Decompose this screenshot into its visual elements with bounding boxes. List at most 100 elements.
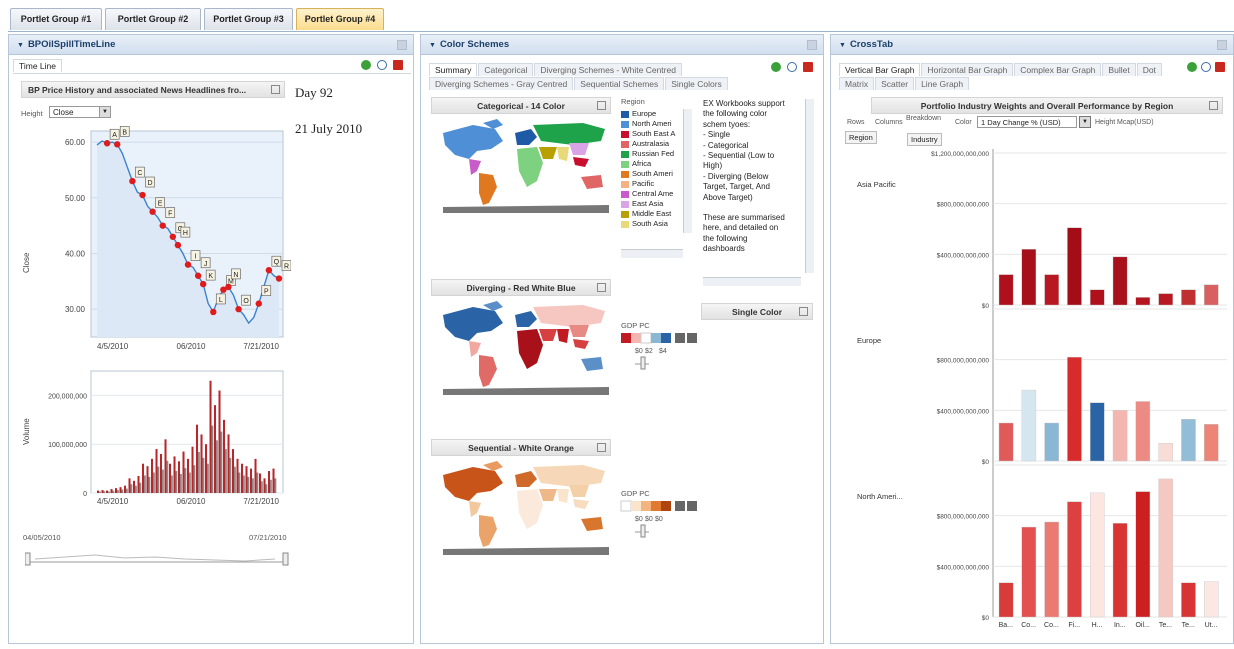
pdf-export-icon[interactable] (393, 60, 403, 70)
crosstab-x-tick: Fi... (1068, 622, 1080, 629)
volume-bar (110, 489, 113, 493)
crosstab-portlet-header[interactable]: ▼ CrossTab (831, 35, 1233, 55)
rows-field-button[interactable]: Region (845, 131, 877, 144)
categorical-title: Categorical - 14 Color (477, 101, 565, 111)
div-legend-slider[interactable] (640, 356, 646, 370)
region-legend-item[interactable]: South East A (621, 129, 683, 139)
tab-line-graph[interactable]: Line Graph (915, 77, 970, 90)
info-text-h-scrollbar[interactable] (703, 277, 801, 286)
settings-icon[interactable] (787, 62, 797, 72)
single-color-title-bar: Single Color (701, 303, 813, 320)
volume-bar-secondary (261, 481, 263, 493)
crosstab-x-tick: H... (1092, 622, 1103, 629)
region-legend-label: North Ameri (632, 119, 672, 128)
region-legend: Europe North Ameri South East A Australasia… (621, 109, 683, 231)
crosstab-bar (1067, 501, 1082, 618)
tab-time-line[interactable]: Time Line (13, 59, 63, 72)
tab-bullet[interactable]: Bullet (1102, 63, 1136, 76)
headline-point (159, 222, 166, 229)
volume-x-tick: 7/21/2010 (243, 497, 279, 506)
chevron-down-icon[interactable]: ▼ (99, 107, 110, 117)
pdf-export-icon[interactable] (1215, 62, 1225, 72)
tab-vertical-bar-graph[interactable]: Vertical Bar Graph (839, 63, 921, 76)
portlet-group-tab-1[interactable]: Portlet Group #1 (10, 8, 102, 30)
region-legend-item[interactable]: Africa (621, 159, 683, 169)
volume-bar-secondary (256, 472, 259, 493)
volume-bar-secondary (198, 452, 200, 493)
volume-bar-secondary (112, 490, 115, 493)
popout-icon[interactable] (597, 101, 606, 110)
region-legend-item[interactable]: Middle East (621, 209, 683, 219)
categorical-title-bar: Categorical - 14 Color (431, 97, 611, 114)
portlet-group-tab-4[interactable]: Portlet Group #4 (296, 8, 384, 30)
volume-bar-secondary (202, 457, 205, 493)
volume-bar (223, 419, 226, 493)
chevron-down-icon[interactable]: ▼ (1079, 116, 1091, 128)
region-legend-item[interactable]: Australasia (621, 139, 683, 149)
region-legend-item[interactable]: Central Ame (621, 189, 683, 199)
region-legend-label: Europe (632, 109, 657, 118)
headline-point (129, 177, 136, 185)
range-handle-end[interactable] (282, 552, 289, 566)
tab-summary[interactable]: Summary (429, 63, 478, 76)
region-legend-item[interactable]: North Ameri (621, 119, 683, 129)
price-y-tick: 30.00 (65, 305, 86, 314)
tab-categorical[interactable]: Categorical (478, 63, 534, 76)
region-legend-item[interactable]: Pacific (621, 179, 683, 189)
info-text-scrollbar[interactable] (805, 99, 814, 273)
tab-horizontal-bar-graph[interactable]: Horizontal Bar Graph (921, 63, 1014, 76)
popout-icon[interactable] (799, 307, 808, 316)
collapse-arrow-icon[interactable]: ▼ (17, 42, 24, 49)
region-legend-h-scrollbar[interactable] (621, 249, 683, 258)
portlet-group-tab-2[interactable]: Portlet Group #2 (105, 8, 201, 30)
portlet-group-tab-3[interactable]: Portlet Group #3 (204, 8, 293, 30)
tab-scatter[interactable]: Scatter (875, 77, 915, 90)
popout-icon[interactable] (597, 443, 606, 452)
collapse-arrow-icon[interactable]: ▼ (429, 42, 436, 49)
maximize-icon[interactable] (397, 40, 407, 50)
range-slider[interactable] (25, 545, 291, 567)
tab-dot[interactable]: Dot (1136, 63, 1162, 76)
diverging-gdp-legend: $0 $2 $4 (621, 332, 697, 370)
volume-bar-chart: Volume 200,000,000 100,000,000 0 4/5/2010 06… (22, 370, 284, 506)
popout-icon[interactable] (271, 85, 280, 94)
refresh-icon[interactable] (361, 60, 371, 70)
tab-sequential[interactable]: Sequential Schemes (574, 77, 665, 90)
popout-icon[interactable] (1209, 101, 1218, 110)
region-legend-item[interactable]: South Asia (621, 219, 683, 229)
maximize-icon[interactable] (807, 40, 817, 50)
color-schemes-portlet-header[interactable]: ▼ Color Schemes (421, 35, 823, 55)
info-text-line: schem tyoes: (703, 119, 751, 129)
seq-legend-slider[interactable] (640, 524, 646, 538)
height-select[interactable]: Close ▼ (49, 106, 111, 118)
tab-diverging-gray[interactable]: Diverging Schemes - Gray Centred (429, 77, 574, 90)
crosstab-y-tick: $0 (982, 615, 990, 622)
height-select-value: Close (53, 108, 74, 117)
headline-marker-label: Q (274, 259, 280, 266)
pdf-export-icon[interactable] (803, 62, 813, 72)
refresh-icon[interactable] (1187, 62, 1197, 72)
tab-complex-bar-graph[interactable]: Complex Bar Graph (1014, 63, 1102, 76)
breakdown-field-value: Industry (911, 135, 938, 144)
volume-y-tick: 100,000,000 (48, 442, 87, 449)
tab-matrix[interactable]: Matrix (839, 77, 875, 90)
timeline-portlet-header[interactable]: ▼ BPOilSpillTimeLine (9, 35, 413, 55)
tab-single-colors[interactable]: Single Colors (665, 77, 728, 90)
crosstab-chart-title: Portfolio Industry Weights and Overall P… (920, 101, 1174, 111)
region-legend-scrollbar[interactable] (683, 109, 692, 233)
settings-icon[interactable] (377, 60, 387, 70)
region-legend-item[interactable]: South Ameri (621, 169, 683, 179)
price-x-tick: 4/5/2010 (97, 342, 129, 351)
range-handle-start[interactable] (25, 552, 31, 566)
collapse-arrow-icon[interactable]: ▼ (839, 42, 846, 49)
volume-bar (263, 478, 266, 493)
color-measure-select[interactable]: 1 Day Change % (USD) (977, 116, 1077, 128)
settings-icon[interactable] (1201, 62, 1211, 72)
maximize-icon[interactable] (1217, 40, 1227, 50)
popout-icon[interactable] (597, 283, 606, 292)
region-legend-item[interactable]: Europe (621, 109, 683, 119)
region-legend-item[interactable]: Russian Fed (621, 149, 683, 159)
region-legend-item[interactable]: East Asia (621, 199, 683, 209)
refresh-icon[interactable] (771, 62, 781, 72)
tab-diverging-white[interactable]: Diverging Schemes - White Centred (534, 63, 682, 76)
